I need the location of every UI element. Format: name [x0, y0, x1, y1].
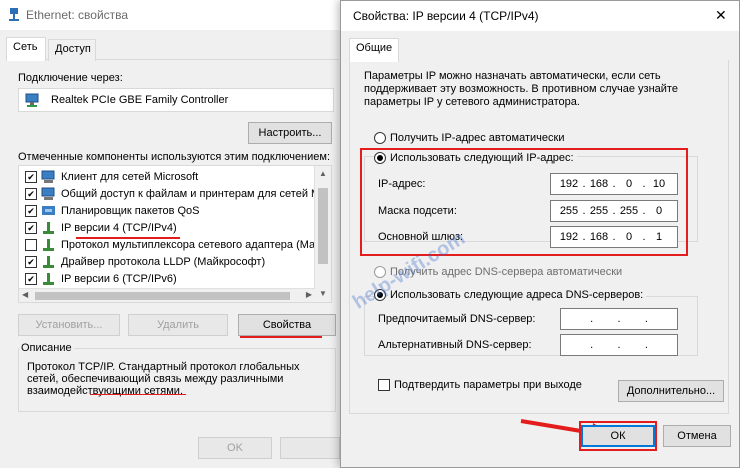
file-share-icon	[41, 187, 55, 200]
components-label: Отмеченные компоненты используются этим …	[18, 151, 331, 163]
ipv4-highlight-underline	[76, 237, 180, 239]
alternate-dns-field[interactable]: ...	[560, 334, 678, 356]
alternate-dns-label: Альтернативный DNS-сервер:	[378, 339, 532, 351]
component-label: Драйвер протокола LLDP (Майкрософт)	[61, 255, 266, 268]
component-label: Планировщик пакетов QoS	[61, 204, 200, 217]
ethernet-icon	[9, 8, 19, 21]
manual-dns-label: Использовать следующие адреса DNS-сервер…	[390, 289, 644, 301]
left-ok-button[interactable]: OK	[198, 437, 272, 459]
right-titlebar: Свойства: IP версии 4 (TCP/IPv4) ✕	[341, 1, 739, 31]
preferred-dns-label: Предпочитаемый DNS-сервер:	[378, 313, 536, 325]
protocol-icon	[43, 255, 54, 268]
auto-ip-label: Получить IP-адрес автоматически	[390, 132, 565, 144]
close-icon[interactable]: ✕	[715, 7, 727, 24]
list-item[interactable]: Клиент для сетей Microsoft	[25, 168, 315, 185]
component-label: Протокол мультиплексора сетевого адаптер…	[61, 238, 327, 251]
validate-label: Подтвердить параметры при выходе	[394, 379, 582, 391]
auto-ip-option[interactable]: Получить IP-адрес автоматически	[374, 132, 564, 144]
install-button[interactable]: Установить...	[18, 314, 120, 336]
component-label: Клиент для сетей Microsoft	[61, 170, 199, 183]
description-underline	[90, 394, 186, 395]
list-item[interactable]: Драйвер протокола LLDP (Майкрософт)	[25, 253, 315, 270]
preferred-dns-field[interactable]: ...	[560, 308, 678, 330]
manual-dns-option[interactable]: Использовать следующие адреса DNS-сервер…	[374, 289, 647, 301]
list-item[interactable]: IP версии 4 (TCP/IPv4)	[25, 219, 315, 236]
scroll-down-arrow[interactable]: ▼	[315, 286, 331, 302]
ipv4-properties-dialog: Свойства: IP версии 4 (TCP/IPv4) ✕ Общие…	[340, 0, 740, 468]
component-checkbox[interactable]	[25, 255, 37, 268]
network-client-icon	[41, 170, 55, 183]
component-checkbox[interactable]	[25, 170, 37, 183]
tab-network-label: Сеть	[13, 41, 38, 53]
advanced-button[interactable]: Дополнительно...	[618, 380, 724, 402]
protocol-icon	[43, 238, 54, 251]
protocol-icon	[43, 272, 54, 285]
tab-sharing-label: Доступ	[55, 43, 91, 55]
dialog-title: Свойства: IP версии 4 (TCP/IPv4)	[353, 9, 539, 23]
component-label: IP версии 4 (TCP/IPv4)	[61, 221, 177, 234]
tab-general-label: Общие	[356, 42, 393, 54]
list-item[interactable]: IP версии 6 (TCP/IPv6)	[25, 270, 315, 287]
components-list: Клиент для сетей Microsoft Общий доступ к…	[18, 165, 332, 303]
component-checkbox[interactable]	[25, 187, 37, 200]
h-scroll-thumb[interactable]	[35, 292, 290, 300]
tab-general[interactable]: Общие	[349, 38, 399, 62]
validate-checkbox[interactable]	[378, 379, 390, 391]
properties-button[interactable]: Свойства	[238, 314, 336, 336]
connect-using-label: Подключение через:	[18, 72, 123, 84]
validate-option[interactable]: Подтвердить параметры при выходе	[378, 379, 582, 391]
scroll-right-arrow[interactable]: ▶	[306, 290, 312, 299]
tab-sharing[interactable]: Доступ	[48, 39, 96, 61]
left-cancel-button[interactable]	[280, 437, 340, 459]
properties-highlight-underline	[240, 336, 322, 338]
component-checkbox[interactable]	[25, 272, 37, 285]
left-titlebar: Ethernet: свойства	[0, 0, 345, 30]
horizontal-scrollbar[interactable]: ◀ ▶	[19, 288, 315, 302]
auto-ip-radio[interactable]	[374, 132, 386, 144]
general-panel: Параметры IP можно назначать автоматичес…	[349, 60, 729, 414]
intro-text: Параметры IP можно назначать автоматичес…	[364, 70, 678, 108]
configure-button[interactable]: Настроить...	[248, 122, 332, 144]
adapter-box: Realtek PCIe GBE Family Controller	[18, 88, 334, 112]
cancel-button[interactable]: Отмена	[663, 425, 731, 447]
list-item[interactable]: Общий доступ к файлам и принтерам для се…	[25, 185, 323, 202]
ok-highlight	[579, 421, 657, 451]
tab-network[interactable]: Сеть	[6, 37, 46, 61]
window-title: Ethernet: свойства	[26, 8, 129, 22]
description-text: Протокол TCP/IP. Стандартный протокол гл…	[27, 361, 300, 397]
scroll-up-arrow[interactable]: ▲	[315, 166, 331, 182]
component-checkbox[interactable]	[25, 204, 37, 217]
scroll-thumb[interactable]	[318, 188, 328, 264]
ethernet-properties-window: Ethernet: свойства Сеть Доступ Подключен…	[0, 0, 345, 468]
list-item[interactable]: Планировщик пакетов QoS	[25, 202, 315, 219]
description-title: Описание	[19, 342, 74, 354]
protocol-icon	[43, 221, 54, 234]
description-group: Описание Протокол TCP/IP. Стандартный пр…	[18, 342, 336, 412]
scroll-left-arrow[interactable]: ◀	[22, 290, 28, 299]
adapter-name: Realtek PCIe GBE Family Controller	[51, 94, 229, 106]
remove-button[interactable]: Удалить	[128, 314, 228, 336]
component-label: Общий доступ к файлам и принтерам для се…	[61, 187, 323, 200]
component-checkbox[interactable]	[25, 238, 37, 251]
ip-settings-highlight	[360, 148, 688, 256]
component-checkbox[interactable]	[25, 221, 37, 234]
qos-icon	[42, 205, 55, 215]
network-adapter-icon	[25, 93, 39, 107]
list-scrollbar[interactable]: ▲ ▼	[314, 166, 331, 302]
component-label: IP версии 6 (TCP/IPv6)	[61, 272, 177, 285]
